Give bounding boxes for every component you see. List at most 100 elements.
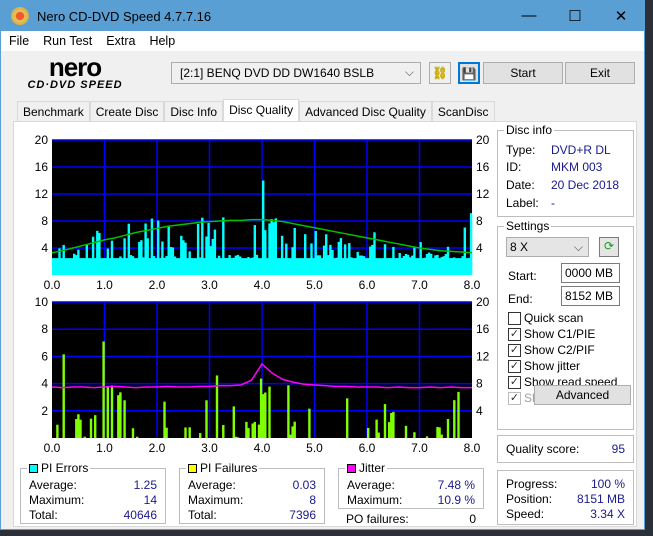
end-field[interactable]: 8152 MB (561, 286, 620, 306)
y-tick-label-right: 4 (476, 241, 483, 255)
bar (165, 427, 168, 438)
tab-benchmark[interactable]: Benchmark (17, 101, 90, 121)
x-tick-label: 1.0 (96, 278, 113, 292)
bar (291, 426, 294, 438)
x-tick-label: 2.0 (149, 278, 166, 292)
exit-button[interactable]: Exit (565, 62, 635, 84)
y-tick-label-right: 8 (476, 214, 483, 228)
bar (436, 426, 439, 438)
settings-group: Settings 8 X ⌵ ⟳ Start: 0000 MB End: 8152… (497, 219, 634, 430)
bar (62, 354, 65, 438)
x-tick-label: 6.0 (359, 441, 376, 452)
tab-disc-info[interactable]: Disc Info (164, 101, 224, 121)
y-tick-label-left: 8 (41, 214, 48, 228)
x-tick-label: 3.0 (201, 278, 218, 292)
bar (438, 427, 441, 438)
bar (136, 436, 139, 438)
x-tick-label: 6.0 (359, 278, 376, 292)
y-tick-label-right: 12 (476, 187, 490, 201)
menu-extra[interactable]: Extra (106, 34, 135, 48)
checkbox-show-c1-pie[interactable]: ✓ Show C1/PIE (508, 327, 595, 341)
y-tick-label-left: 6 (41, 349, 48, 363)
checkbox-icon: ✓ (508, 343, 521, 357)
maximize-icon[interactable]: ☐ (552, 7, 598, 25)
pi-errors-swatch (29, 463, 38, 473)
pi-failures-swatch (188, 463, 197, 473)
app-window: Nero CD-DVD Speed 4.7.7.16 — ☐ ✕ File Run … (0, 0, 645, 530)
menu-bar: File Run Test Extra Help (1, 31, 644, 51)
bar (413, 432, 416, 438)
bar (264, 392, 267, 438)
bar (346, 398, 349, 438)
x-tick-label: 0.0 (44, 278, 61, 292)
x-tick-label: 5.0 (306, 278, 323, 292)
bar (236, 437, 240, 438)
advanced-button[interactable]: Advanced (534, 385, 631, 405)
y-tick-label-left: 10 (35, 295, 49, 309)
bar (131, 428, 135, 438)
y-tick-label-right: 16 (476, 322, 490, 336)
bar (123, 400, 126, 438)
charts: 0.0 1.0 2.0 3.0 4.0 5.0 6.0 7.0 8.0 4 8 12 16 20 4 8 12 1… (35, 133, 490, 452)
y-tick-label-right: 20 (476, 295, 490, 309)
floppy-disk-icon: 💾 (461, 67, 477, 81)
y-tick-label-left: 8 (41, 322, 48, 336)
bar (446, 419, 450, 438)
bar (79, 419, 82, 438)
bar (289, 434, 292, 438)
checkbox-show-c2-pif[interactable]: ✓ Show C2/PIF (508, 343, 595, 357)
x-tick-label: 0.0 (44, 441, 61, 452)
bar (390, 412, 393, 438)
progress-group: Progress: 100 % Position: 8151 MB Speed: 3.… (497, 470, 634, 525)
bar (247, 428, 250, 438)
po-failures: PO failures: 0 (346, 512, 476, 526)
menu-file[interactable]: File (9, 34, 29, 48)
menu-help[interactable]: Help (149, 34, 175, 48)
bar (453, 400, 456, 438)
bar (245, 421, 248, 438)
minimize-icon[interactable]: — (506, 7, 552, 25)
start-field[interactable]: 0000 MB (561, 263, 620, 283)
bar (89, 418, 93, 438)
bar (293, 421, 296, 438)
close-icon[interactable]: ✕ (598, 7, 644, 25)
x-tick-label: 4.0 (254, 441, 271, 452)
x-tick-label: 3.0 (201, 441, 218, 452)
drive-select[interactable]: [2:1] BENQ DVD DD DW1640 BSLB ⌵ (171, 62, 421, 84)
y-tick-label-left: 20 (35, 133, 49, 147)
tab-scandisc[interactable]: ScanDisc (431, 101, 495, 121)
bar (425, 436, 429, 438)
bar (392, 411, 395, 438)
bar (188, 427, 191, 438)
app-icon (11, 7, 29, 25)
tab-disc-quality[interactable]: Disc Quality (223, 99, 300, 121)
chevron-down-icon: ⌵ (573, 240, 583, 254)
bar (287, 385, 290, 438)
tab-advanced-disc-quality[interactable]: Advanced Disc Quality (299, 101, 432, 121)
checkbox-quick-scan[interactable]: Quick scan (508, 311, 583, 325)
bar (184, 427, 187, 438)
start-button[interactable]: Start (483, 62, 563, 84)
refresh-button[interactable]: ⟳ (599, 237, 619, 257)
jitter-swatch (347, 463, 356, 473)
bar (268, 386, 271, 438)
y-tick-label-left: 4 (41, 241, 48, 255)
bar (257, 424, 261, 438)
x-tick-label: 1.0 (96, 441, 113, 452)
menu-run-test[interactable]: Run Test (43, 34, 92, 48)
x-tick-label: 2.0 (149, 441, 166, 452)
bar (215, 375, 219, 438)
checkbox-icon: ✓ (508, 327, 521, 341)
bar (308, 408, 311, 438)
chevron-down-icon: ⌵ (404, 65, 414, 79)
bar (440, 434, 443, 438)
bar (77, 414, 80, 438)
checkbox-show-jitter[interactable]: ✓ Show jitter (508, 359, 580, 373)
tab-create-disc[interactable]: Create Disc (89, 101, 165, 121)
speed-select[interactable]: 8 X ⌵ (506, 237, 589, 257)
bar (234, 436, 238, 438)
drive-info-button[interactable]: ⛓ (429, 62, 451, 84)
bar (388, 422, 391, 438)
save-button[interactable]: 💾 (458, 62, 480, 84)
bar (83, 436, 86, 438)
